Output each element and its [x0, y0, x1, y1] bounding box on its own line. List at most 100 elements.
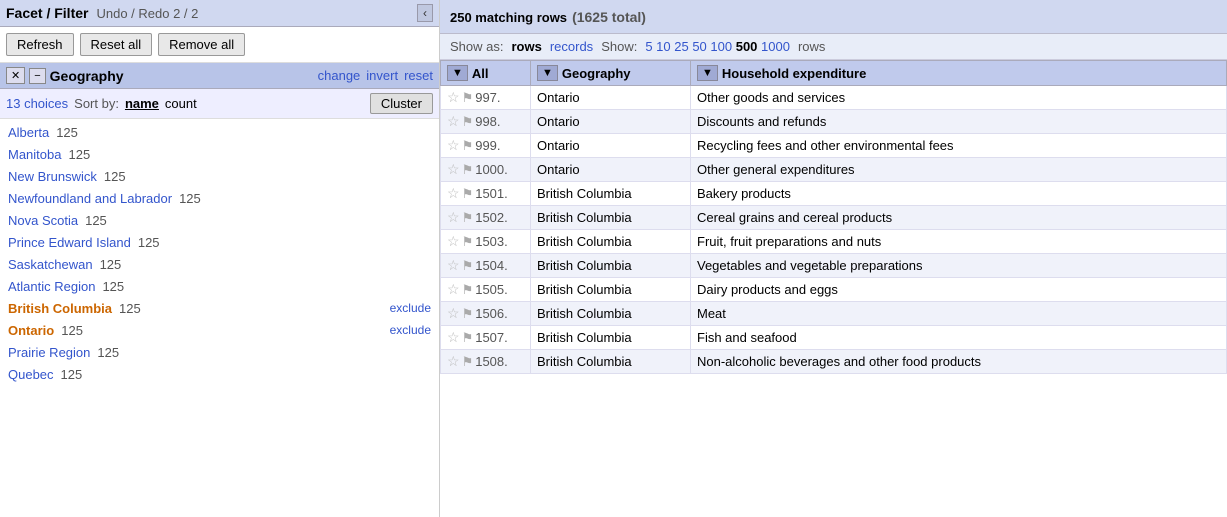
star-icon[interactable]: ☆: [447, 233, 460, 250]
star-icon[interactable]: ☆: [447, 281, 460, 298]
rows-view-option[interactable]: rows: [511, 39, 541, 54]
geo-item-name[interactable]: Prairie Region: [8, 345, 90, 360]
flag-icon[interactable]: ⚑: [462, 258, 474, 274]
page-size-option[interactable]: 100: [710, 39, 735, 54]
table-row: ☆ ⚑ 1000. OntarioOther general expenditu…: [441, 158, 1227, 182]
geo-item-name[interactable]: Nova Scotia: [8, 213, 78, 228]
geo-item-name[interactable]: Atlantic Region: [8, 279, 95, 294]
geo-list-item: New Brunswick125: [0, 165, 439, 187]
all-col-dropdown[interactable]: ▼: [447, 65, 468, 81]
table-row: ☆ ⚑ 997. OntarioOther goods and services: [441, 86, 1227, 110]
sort-count-option[interactable]: count: [165, 96, 197, 111]
row-expenditure-cell: Vegetables and vegetable preparations: [691, 254, 1227, 278]
flag-icon[interactable]: ⚑: [462, 90, 474, 106]
table-body: ☆ ⚑ 997. OntarioOther goods and services…: [441, 86, 1227, 374]
view-bar: Show as: rows records Show: 5 10 25 50 1…: [440, 34, 1227, 60]
geo-reset-link[interactable]: reset: [404, 68, 433, 83]
row-expenditure-cell: Fish and seafood: [691, 326, 1227, 350]
flag-icon[interactable]: ⚑: [462, 210, 474, 226]
geo-change-link[interactable]: change: [318, 68, 361, 83]
geo-item-name[interactable]: Newfoundland and Labrador: [8, 191, 172, 206]
data-table: ▼ All ▼ Geography ▼ Household expe: [440, 60, 1227, 517]
page-size-option[interactable]: 25: [674, 39, 692, 54]
page-size-option[interactable]: 50: [692, 39, 710, 54]
geo-item-count: 125: [102, 279, 124, 294]
flag-icon[interactable]: ⚑: [462, 114, 474, 130]
geo-minus-button[interactable]: −: [29, 68, 45, 84]
rows-label: rows: [798, 39, 825, 54]
remove-all-button[interactable]: Remove all: [158, 33, 245, 56]
sort-by-label: Sort by:: [74, 96, 119, 111]
geo-item-name[interactable]: Ontario: [8, 323, 54, 338]
geo-item-name[interactable]: Manitoba: [8, 147, 61, 162]
geo-list-wrapper: Alberta125Manitoba125New Brunswick125New…: [0, 119, 439, 517]
flag-icon[interactable]: ⚑: [462, 282, 474, 298]
flag-icon[interactable]: ⚑: [462, 330, 474, 346]
star-icon[interactable]: ☆: [447, 257, 460, 274]
geo-exclude-link[interactable]: exclude: [390, 323, 431, 337]
geo-invert-link[interactable]: invert: [366, 68, 398, 83]
flag-icon[interactable]: ⚑: [462, 138, 474, 154]
page-size-option[interactable]: 1000: [761, 39, 790, 54]
cluster-button[interactable]: Cluster: [370, 93, 433, 114]
star-icon[interactable]: ☆: [447, 305, 460, 322]
show-as-label: Show as:: [450, 39, 503, 54]
geo-item-count: 125: [138, 235, 160, 250]
geo-item-count: 125: [68, 147, 90, 162]
row-number: 1505.: [475, 282, 508, 297]
collapse-button[interactable]: ‹: [417, 4, 433, 22]
geo-list-item: Manitoba 125: [0, 143, 439, 165]
flag-icon[interactable]: ⚑: [462, 186, 474, 202]
row-all-cell: ☆ ⚑ 997.: [441, 86, 531, 110]
flag-icon[interactable]: ⚑: [462, 162, 474, 178]
star-icon[interactable]: ☆: [447, 353, 460, 370]
star-icon[interactable]: ☆: [447, 137, 460, 154]
star-icon[interactable]: ☆: [447, 329, 460, 346]
row-number: 997.: [475, 90, 500, 105]
geo-list-item: Saskatchewan125: [0, 253, 439, 275]
expenditure-col-dropdown[interactable]: ▼: [697, 65, 718, 81]
star-icon[interactable]: ☆: [447, 161, 460, 178]
star-icon[interactable]: ☆: [447, 113, 460, 130]
geo-item-name[interactable]: British Columbia: [8, 301, 112, 316]
row-all-cell: ☆ ⚑ 1501.: [441, 182, 531, 206]
page-size-option[interactable]: 500: [736, 39, 761, 54]
results-header: 250 matching rows (1625 total): [440, 0, 1227, 34]
geo-item-name[interactable]: Quebec: [8, 367, 54, 382]
sort-name-option[interactable]: name: [125, 96, 159, 111]
geo-list-item: Prairie Region125: [0, 341, 439, 363]
row-geo-cell: British Columbia: [531, 350, 691, 374]
geo-item-name[interactable]: New Brunswick: [8, 169, 97, 184]
undo-redo-label: Undo / Redo 2 / 2: [96, 6, 409, 21]
geo-header: ✕ − Geography change invert reset: [0, 63, 439, 89]
page-size-option[interactable]: 10: [656, 39, 674, 54]
flag-icon[interactable]: ⚑: [462, 306, 474, 322]
star-icon[interactable]: ☆: [447, 185, 460, 202]
geo-x-button[interactable]: ✕: [6, 67, 25, 84]
geo-col-dropdown[interactable]: ▼: [537, 65, 558, 81]
row-all-cell: ☆ ⚑ 998.: [441, 110, 531, 134]
geo-item-name[interactable]: Alberta: [8, 125, 49, 140]
geo-list-item: Ontario125exclude: [0, 319, 439, 341]
flag-icon[interactable]: ⚑: [462, 234, 474, 250]
row-expenditure-cell: Other goods and services: [691, 86, 1227, 110]
geo-item-name[interactable]: Prince Edward Island: [8, 235, 131, 250]
geo-list-item: Alberta125: [0, 121, 439, 143]
star-icon[interactable]: ☆: [447, 209, 460, 226]
flag-icon[interactable]: ⚑: [462, 354, 474, 370]
reset-all-button[interactable]: Reset all: [80, 33, 153, 56]
geo-item-count: 125: [119, 301, 141, 316]
geo-exclude-link[interactable]: exclude: [390, 301, 431, 315]
row-all-cell: ☆ ⚑ 1503.: [441, 230, 531, 254]
records-view-option[interactable]: records: [550, 39, 593, 54]
row-all-cell: ☆ ⚑ 1502.: [441, 206, 531, 230]
row-geo-cell: Ontario: [531, 134, 691, 158]
row-expenditure-cell: Discounts and refunds: [691, 110, 1227, 134]
refresh-button[interactable]: Refresh: [6, 33, 74, 56]
choices-count[interactable]: 13 choices: [6, 96, 68, 111]
star-icon[interactable]: ☆: [447, 89, 460, 106]
row-expenditure-cell: Bakery products: [691, 182, 1227, 206]
page-size-option[interactable]: 5: [645, 39, 656, 54]
geo-item-name[interactable]: Saskatchewan: [8, 257, 93, 272]
table-row: ☆ ⚑ 999. OntarioRecycling fees and other…: [441, 134, 1227, 158]
